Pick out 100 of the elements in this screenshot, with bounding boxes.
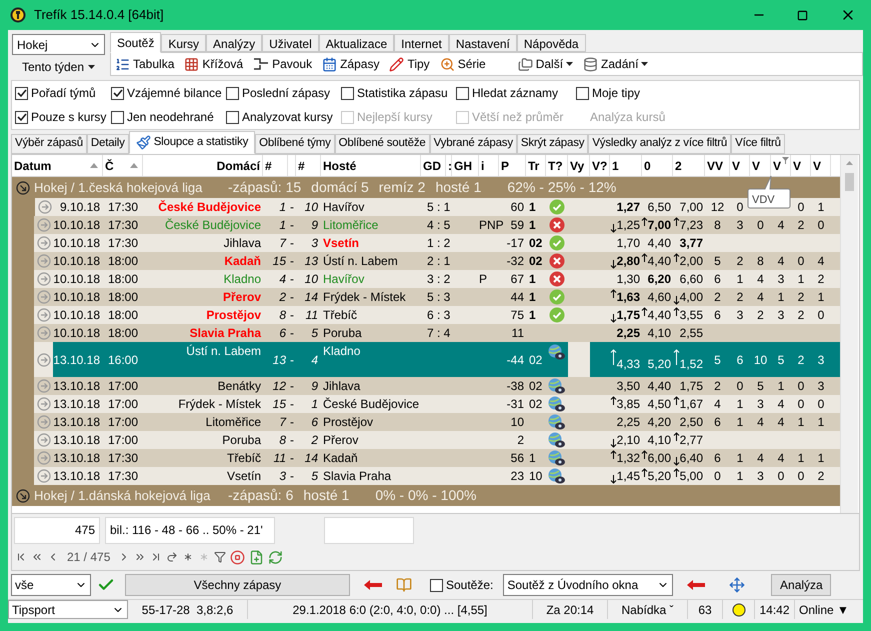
sport-select[interactable]: Hokej	[12, 34, 105, 55]
redo-icon[interactable]	[166, 551, 178, 563]
move-icon[interactable]	[729, 577, 746, 593]
scrollbar-thumb[interactable]	[845, 173, 854, 191]
sub-tab[interactable]: Výsledky analýz z více filtrů	[588, 134, 732, 154]
menu-tab[interactable]: Uživatel	[262, 34, 319, 52]
column-header[interactable]: 1	[610, 155, 642, 176]
first-page-icon[interactable]	[15, 551, 27, 563]
menu-tab[interactable]: Nastavení	[448, 34, 517, 52]
table-row[interactable]: 13.10.18 17:30 Třebíč 11 - 14 Kadaň 56 1 1,32 6,00 6,40 6 1 4 4 1 1	[12, 449, 840, 467]
column-header[interactable]: Domácí	[143, 155, 263, 176]
collapse-icon[interactable]	[16, 488, 30, 502]
checkbox[interactable]	[456, 86, 469, 100]
arrow-circle-icon[interactable]	[36, 433, 51, 447]
menu-tab[interactable]: Aktualizace	[318, 34, 394, 52]
toolbar-button[interactable]: Zápasy	[322, 55, 380, 73]
left-arrow-icon[interactable]	[364, 580, 382, 590]
column-header[interactable]: 0	[642, 155, 673, 176]
menu-tab[interactable]: Soutěž	[110, 32, 162, 53]
menu-tab[interactable]: Analýzy	[206, 34, 262, 52]
arrow-circle-icon[interactable]	[36, 308, 51, 322]
fast-forward-icon[interactable]	[134, 551, 146, 563]
table-row[interactable]: 10.10.18 18:00 Prostějov 8 - 11 Třebíč 6 : 3 75 1 1,75 4,40 3,55 6 3 2 3 2 0	[12, 306, 840, 324]
menu-tab[interactable]: Internet	[394, 34, 449, 52]
collapse-icon[interactable]	[16, 180, 30, 194]
arrow-circle-icon[interactable]	[36, 218, 51, 232]
table-row[interactable]: 10.10.18 18:00 Kadaň 15 - 13 Ústí n. Labem 2 : 1 -32 02 2,80 4,40 2,00 5 2 8 4 0 4	[12, 252, 840, 270]
column-header[interactable]: V	[811, 155, 831, 176]
arrow-circle-icon[interactable]	[36, 236, 51, 250]
column-header[interactable]: VV	[705, 155, 730, 176]
vertical-scrollbar[interactable]	[840, 155, 858, 513]
column-header[interactable]: V	[750, 155, 771, 176]
column-header[interactable]: Tr	[526, 155, 546, 176]
competition-select[interactable]: Soutěž z Úvodního okna	[503, 574, 674, 596]
column-header[interactable]: Č	[103, 155, 143, 176]
analysis-button[interactable]: Analýza	[771, 574, 832, 596]
toolbar-button[interactable]: Tabulka	[115, 55, 174, 73]
left-arrow-icon[interactable]	[687, 580, 706, 590]
arrow-circle-icon[interactable]	[36, 379, 51, 393]
book-icon[interactable]	[396, 577, 412, 593]
checkbox[interactable]	[226, 110, 239, 124]
toolbar-button[interactable]: Série	[440, 55, 486, 73]
column-header[interactable]: Hosté	[321, 155, 421, 176]
column-header[interactable]: T?	[546, 155, 568, 176]
checkbox[interactable]	[15, 110, 28, 124]
arrow-circle-icon[interactable]	[36, 451, 51, 465]
all-matches-button[interactable]: Všechny zápasy	[125, 574, 350, 596]
column-header[interactable]: Datum	[12, 155, 103, 176]
toolbar-button[interactable]: Křížová	[184, 55, 244, 73]
arrow-circle-icon[interactable]	[36, 397, 51, 411]
table-row[interactable]: 13.10.18 17:00 Litoměřice 7 - 6 Prostějov 10 2,25 4,20 2,50 6 1 4 4 1 1	[12, 413, 840, 431]
arrow-circle-icon[interactable]	[36, 272, 51, 286]
sub-tab[interactable]: Vybrané zápasy	[430, 134, 517, 154]
sub-tab[interactable]: Oblíbené soutěže	[334, 134, 430, 154]
table-row[interactable]: 10.10.18 17:30 Jihlava 7 - 3 Vsetín 1 : 2 -17 02 1,70 4,40 3,77	[12, 234, 840, 252]
rewind-icon[interactable]	[31, 551, 43, 563]
table-row[interactable]: 13.10.18 17:30 Vsetín 3 - 5 Slavia Praha 23 10 1,45 5,20 5,00 0 1 3 0 0 2	[12, 467, 840, 485]
filter-select[interactable]: vše	[11, 574, 91, 596]
sub-tab[interactable]: Výběr zápasů	[11, 134, 87, 154]
sub-tab[interactable]: Skrýt zápasy	[516, 134, 588, 154]
table-row[interactable]: 13.10.18 17:00 Poruba 8 - 2 Přerov 2 2,10 4,10 2,77	[12, 431, 840, 449]
connection-status[interactable]: Online ▼	[799, 600, 849, 618]
checkbox[interactable]	[341, 86, 354, 100]
table-row[interactable]: 13.10.18 17:00 Benátky 12 - 9 Jihlava -38 02 3,50 4,40 1,75 2 0 5 1 0 3	[12, 377, 840, 395]
stop-icon[interactable]	[230, 550, 246, 564]
table-row[interactable]: 13.10.18 17:00 Frýdek - Místek 15 - 1 České Budějovice -31 02 3,85 4,50 1,67 4 1 3 4 0 0	[12, 395, 840, 413]
column-header[interactable]: #	[296, 155, 321, 176]
column-header[interactable]: V	[791, 155, 811, 176]
column-header[interactable]: GH	[452, 155, 479, 176]
arrow-circle-icon[interactable]	[38, 200, 52, 214]
column-header[interactable]: #	[263, 155, 288, 176]
refresh-icon[interactable]	[268, 550, 284, 564]
add-file-icon[interactable]	[249, 550, 264, 564]
sub-tab[interactable]: Detaily	[86, 134, 129, 154]
menu-tab[interactable]: Kursy	[161, 34, 206, 52]
column-header[interactable]: :	[446, 155, 452, 176]
menu-tab[interactable]: Nápověda	[516, 34, 586, 52]
sub-tab[interactable]: Oblíbené týmy	[255, 134, 335, 154]
checkbox[interactable]	[576, 86, 589, 100]
toolbar-button[interactable]: Tipy	[389, 55, 430, 73]
period-button[interactable]: Tento týden	[12, 57, 105, 77]
column-header[interactable]: Vy	[568, 155, 590, 176]
sub-tab[interactable]: Více filtrů	[731, 134, 785, 154]
sub-tab[interactable]: Sloupce a statistiky	[128, 131, 256, 154]
toolbar-button[interactable]: Zadání	[583, 55, 648, 73]
checkbox[interactable]	[111, 110, 124, 124]
filter-icon[interactable]	[214, 551, 226, 563]
arrow-circle-icon[interactable]	[36, 326, 51, 340]
column-header[interactable]: V	[730, 155, 750, 176]
column-header[interactable]: P	[499, 155, 526, 176]
column-header[interactable]: V	[771, 155, 791, 176]
table-row[interactable]: 10.10.18 18:00 Přerov 2 - 14 Frýdek - Místek 5 : 3 44 1 1,63 4,60 4,00 2 2 4 1 2 1	[12, 288, 840, 306]
checkbox[interactable]	[111, 86, 124, 100]
column-header[interactable]: i	[479, 155, 499, 176]
column-header[interactable]: V?	[590, 155, 610, 176]
arrow-circle-icon[interactable]	[36, 254, 51, 268]
toolbar-button[interactable]: Další	[518, 55, 574, 73]
arrow-circle-icon[interactable]	[36, 352, 51, 366]
arrow-circle-icon[interactable]	[36, 415, 51, 429]
table-row[interactable]: 10.10.18 17:30 České Budějovice 1 - 9 Litoměřice 4 : 5 PNP 59 1 1,25 7,00 7,23 8 3 0 4 2 0	[12, 216, 840, 234]
